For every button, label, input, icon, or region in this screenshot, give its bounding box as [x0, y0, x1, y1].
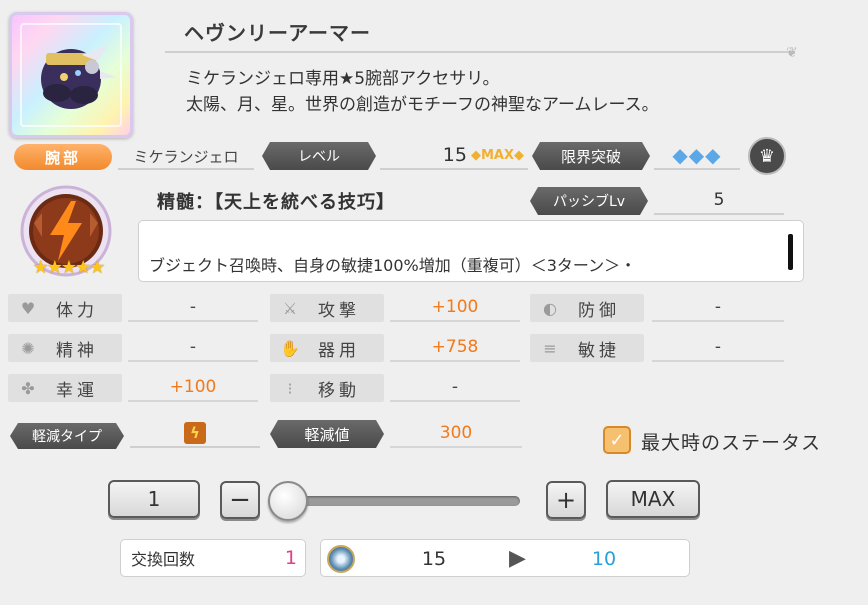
skill-description-scrollbar[interactable]: [788, 234, 793, 270]
sword-icon: ⚔: [282, 298, 298, 318]
stat-name: 敏捷: [578, 340, 620, 361]
hand-icon: ✋: [280, 338, 300, 358]
quantity-max-button[interactable]: MAX: [606, 480, 700, 518]
lightning-type-icon: ϟ: [184, 422, 206, 444]
level-value: 15: [442, 144, 467, 166]
material-gem-icon: [327, 545, 355, 573]
stat-name: 器用: [318, 340, 360, 361]
stat-value: -: [128, 334, 258, 362]
exchange-cost-to: 10: [591, 548, 617, 570]
passive-level-value: 5: [654, 187, 784, 215]
stat-name: 幸運: [56, 380, 98, 401]
stat-label-4: ✋ 器用: [270, 334, 384, 362]
reduction-type-label: 軽減タイプ: [10, 423, 124, 449]
stat-name: 攻撃: [318, 300, 360, 321]
stat-value: +100: [390, 294, 520, 322]
stat-label-5: ≡ 敏捷: [530, 334, 644, 362]
shield-icon: ◐: [543, 298, 557, 318]
reduction-value: 300: [390, 420, 522, 448]
heavenly-armor-icon: [41, 45, 116, 109]
max-status-checkbox[interactable]: ✓: [603, 426, 631, 454]
stat-label-1: ⚔ 攻撃: [270, 294, 384, 322]
heart-icon: ♥: [20, 298, 36, 318]
max-status-label: 最大時のステータス: [641, 432, 822, 454]
item-description: ミケランジェロ専用★5腕部アクセサリ。 太陽、月、星。世界の創造がモチーフの神聖…: [186, 69, 659, 115]
stat-label-2: ◐ 防御: [530, 294, 644, 322]
exchange-count-label: 交換回数: [131, 550, 196, 569]
limit-break-label: 限界突破: [532, 142, 650, 170]
reduction-type-field: ϟ: [130, 420, 260, 448]
stat-value: -: [128, 294, 258, 322]
skill-description-box[interactable]: ブジェクト召喚時、自身の敏捷100%増加（重複可）＜3ターン＞・ 入魂ゲージ50…: [138, 220, 804, 282]
stat-value: -: [652, 334, 784, 362]
stat-label-3: ✺ 精神: [8, 334, 122, 362]
stat-value: -: [390, 374, 520, 402]
exchange-count-value: 1: [284, 547, 297, 569]
footprint-icon: ⁝: [287, 378, 293, 398]
max-badge: ◆MAX◆: [470, 147, 524, 163]
skill-name: 精髄：【天上を統べる技巧】: [157, 192, 395, 213]
exchange-cost-from: 15: [421, 548, 447, 570]
rarity-stars: ★★★★★: [32, 257, 106, 278]
stat-label-0: ♥ 体力: [8, 294, 122, 322]
item-name: ヘヴンリーアーマー: [184, 21, 371, 45]
reduction-value-label: 軽減値: [270, 420, 384, 448]
level-field: 15 ◆MAX◆: [380, 142, 528, 170]
stat-value: +758: [390, 334, 520, 362]
owner-name: ミケランジェロ: [118, 144, 254, 170]
title-divider: [165, 51, 795, 53]
exchange-count-box: 交換回数 1: [120, 539, 306, 577]
stat-name: 移動: [318, 380, 360, 401]
exchange-cost-box: 15 ▶ 10: [320, 539, 690, 577]
skill-description: ブジェクト召喚時、自身の敏捷100%増加（重複可）＜3ターン＞・ 入魂ゲージ50…: [149, 256, 637, 275]
item-icon-frame: [9, 12, 133, 138]
stat-value: -: [652, 294, 784, 322]
limit-break-crown-icon[interactable]: ♛: [748, 137, 786, 175]
stat-value: +100: [128, 374, 258, 402]
stat-name: 体力: [56, 300, 98, 321]
divider-ornament-icon: ❦: [786, 45, 798, 61]
passive-level-label: パッシブLv: [530, 187, 648, 215]
quantity-display[interactable]: 1: [108, 480, 200, 518]
quantity-minus-button[interactable]: −: [220, 481, 260, 519]
stat-name: 防御: [578, 300, 620, 321]
slot-badge: 腕部: [14, 144, 112, 170]
quantity-slider-thumb[interactable]: [268, 481, 308, 521]
speed-icon: ≡: [543, 338, 557, 358]
stat-label-6: ✤ 幸運: [8, 374, 122, 402]
clover-icon: ✤: [21, 378, 35, 398]
stat-name: 精神: [56, 340, 98, 361]
spirit-icon: ✺: [21, 338, 35, 358]
arrow-right-icon: ▶: [509, 546, 526, 571]
level-label: レベル: [262, 142, 376, 170]
stat-label-7: ⁝ 移動: [270, 374, 384, 402]
limit-break-gems-icon: ◆◆◆: [654, 142, 740, 170]
quantity-plus-button[interactable]: +: [546, 481, 586, 519]
